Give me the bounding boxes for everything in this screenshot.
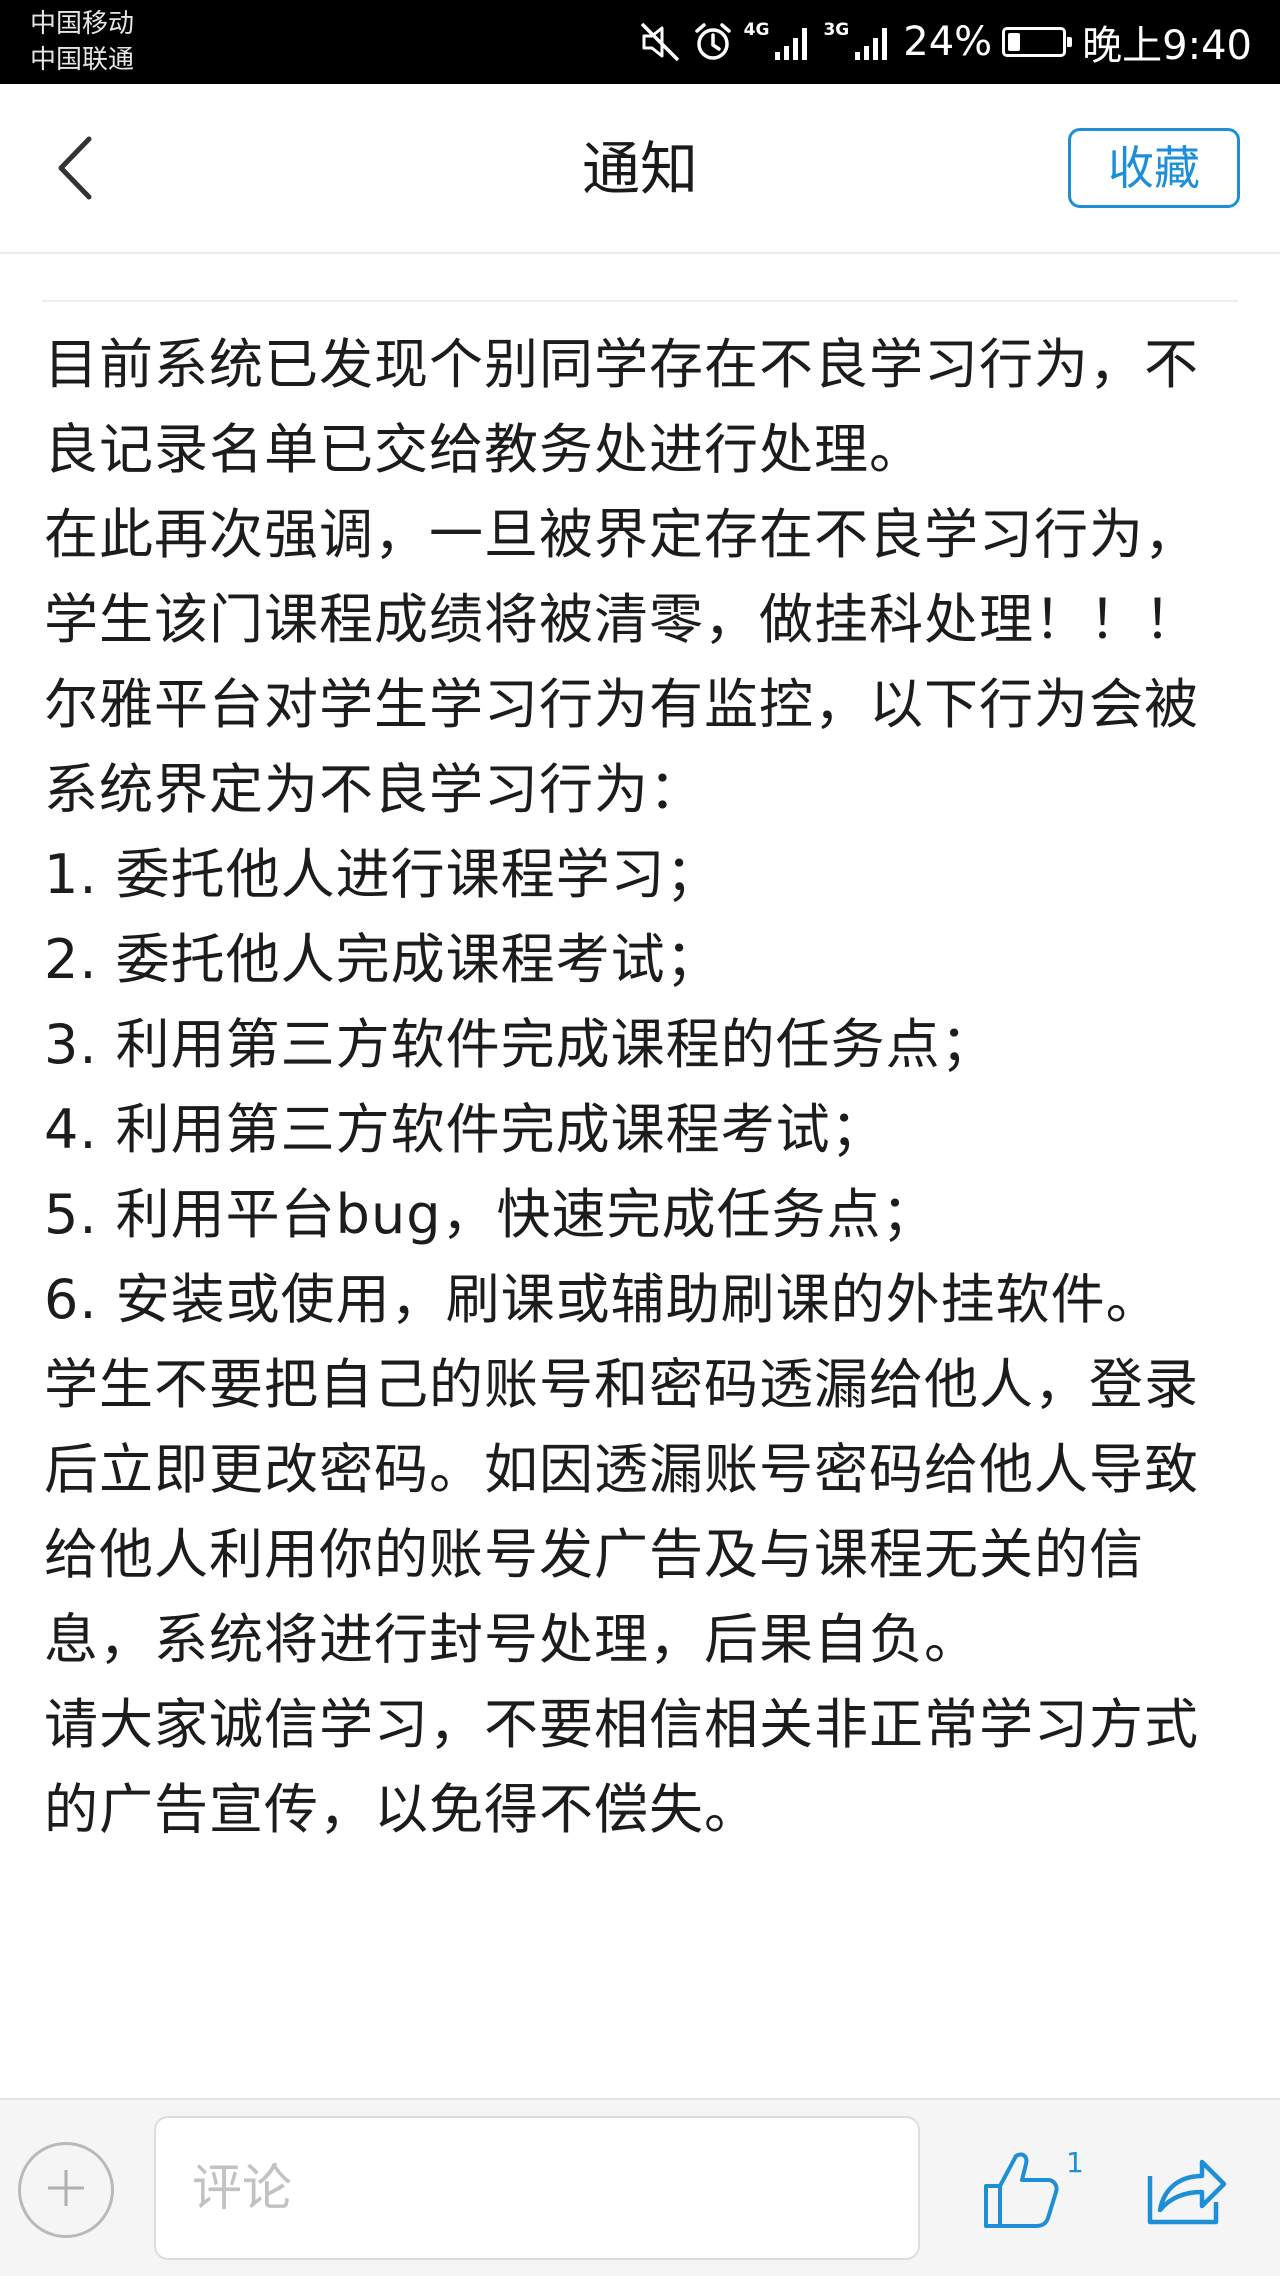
favorite-button[interactable]: 收藏	[1068, 128, 1240, 208]
comment-input[interactable]	[154, 2116, 920, 2260]
status-bar: 中国移动 中国联通 4G 3G 24% 晚上9:40	[0, 0, 1280, 84]
thumbs-up-icon	[978, 2152, 1068, 2238]
nav-bar: 通知 收藏	[0, 84, 1280, 254]
back-button[interactable]	[40, 130, 110, 210]
battery-icon	[1002, 27, 1073, 57]
network-type-1: 4G	[743, 20, 770, 40]
notice-list-item: 5. 利用平台bug，快速完成任务点；	[44, 1183, 937, 1246]
share-button[interactable]	[1140, 2144, 1240, 2240]
notice-paragraph: 尔雅平台对学生学习行为有监控，以下行为会被系统界定为不良学习行为：	[44, 673, 1199, 821]
carrier-1: 中国移动	[30, 9, 135, 39]
signal-icon	[773, 22, 813, 62]
network-type-2: 3G	[823, 20, 850, 40]
like-count: 1	[1066, 2146, 1084, 2179]
comment-bar: 1	[0, 2098, 1280, 2276]
battery-percent: 24%	[903, 19, 993, 65]
notice-paragraph: 请大家诚信学习，不要相信相关非正常学习方式的广告宣传，以免得不偿失。	[44, 1693, 1199, 1841]
signal-icon-2	[853, 22, 893, 62]
carrier-names: 中国移动 中国联通	[30, 6, 134, 78]
chevron-left-icon	[53, 133, 97, 207]
battery-level	[1008, 33, 1021, 51]
plus-circle-icon	[42, 2164, 90, 2216]
notice-list-item: 3. 利用第三方软件完成课程的任务点；	[44, 1013, 996, 1076]
share-icon	[1140, 2159, 1230, 2238]
clock-time: 晚上9:40	[1082, 23, 1252, 69]
carrier-2: 中国联通	[30, 45, 135, 75]
notice-list-item: 2. 委托他人完成课程考试；	[44, 928, 721, 991]
notice-paragraph: 在此再次强调，一旦被界定存在不良学习行为，学生该门课程成绩将被清零，做挂科处理！…	[44, 503, 1199, 651]
notice-paragraph: 目前系统已发现个别同学存在不良学习行为，不良记录名单已交给教务处进行处理。	[44, 333, 1199, 481]
notice-list-item: 4. 利用第三方软件完成课程考试；	[44, 1098, 886, 1161]
notice-paragraph: 学生不要把自己的账号和密码透漏给他人，登录后立即更改密码。如因透漏账号密码给他人…	[44, 1353, 1199, 1671]
content-divider	[42, 300, 1238, 302]
notice-screen: 中国移动 中国联通 4G 3G 24% 晚上9:40 通知 收藏 目前系统已发现…	[0, 0, 1280, 2276]
status-indicators: 4G 3G 24% 晚上9:40	[638, 0, 1252, 84]
notice-list-item: 1. 委托他人进行课程学习；	[44, 843, 721, 906]
notice-list-item: 6. 安装或使用，刷课或辅助刷课的外挂软件。	[44, 1268, 1161, 1331]
alarm-icon	[692, 21, 734, 63]
add-button[interactable]	[18, 2142, 114, 2238]
mute-icon	[638, 20, 682, 64]
notice-content: 目前系统已发现个别同学存在不良学习行为，不良记录名单已交给教务处进行处理。 在此…	[44, 322, 1244, 2092]
